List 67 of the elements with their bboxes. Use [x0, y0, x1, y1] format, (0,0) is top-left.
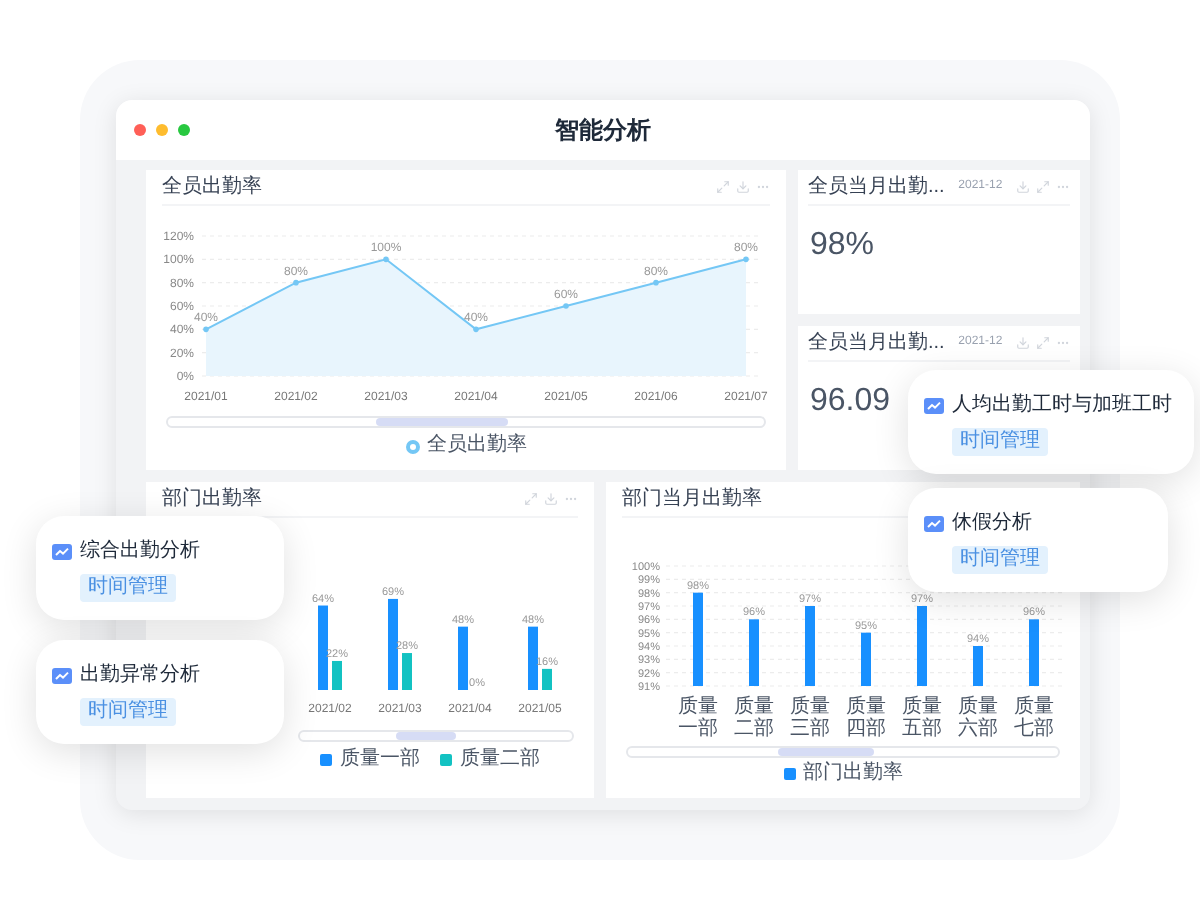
axis-label: 质量七部 [1014, 698, 1054, 740]
report-title: 综合出勤分析 [80, 538, 200, 566]
legend-label: 质量二部 [460, 750, 540, 770]
legend-marker [320, 754, 332, 766]
bar [1029, 619, 1039, 686]
report-title: 人均出勤工时与加班工时 [952, 392, 1172, 420]
bar [458, 626, 468, 690]
axis-label: 质量五部 [902, 698, 942, 740]
report-title: 出勤异常分析 [80, 662, 200, 690]
bar [917, 606, 927, 686]
chart-icon [924, 398, 944, 414]
range-slider[interactable] [626, 746, 1060, 758]
card-title: 全员当月出勤... [808, 333, 945, 353]
legend-marker [440, 754, 452, 766]
bar [973, 646, 983, 686]
axis-label: 质量六部 [958, 698, 998, 740]
bar [542, 668, 552, 690]
legend-label: 全员出勤率 [427, 436, 527, 456]
axis-label: 质量三部 [790, 698, 830, 740]
maximize-button[interactable] [178, 124, 190, 136]
legend-marker [783, 768, 795, 780]
report-card[interactable]: 休假分析 时间管理 [908, 488, 1168, 592]
card-title: 全员出勤率 [162, 177, 262, 197]
report-card[interactable]: 人均出勤工时与加班工时 时间管理 [908, 370, 1194, 474]
range-slider[interactable] [166, 416, 766, 428]
axis-label: 质量四部 [846, 698, 886, 740]
report-card[interactable]: 综合出勤分析 时间管理 [36, 516, 284, 620]
chart-icon [924, 516, 944, 532]
stat-value: 98% [810, 230, 875, 262]
download-icon[interactable] [544, 492, 558, 506]
category-tag: 时间管理 [952, 428, 1048, 456]
category-tag: 时间管理 [80, 574, 176, 602]
bar [861, 632, 871, 686]
category-tag: 时间管理 [80, 698, 176, 726]
bar [528, 626, 538, 690]
bar [805, 606, 815, 686]
axis-label: 质量一部 [678, 698, 718, 740]
range-slider[interactable] [298, 730, 574, 742]
report-title: 休假分析 [952, 510, 1032, 538]
bar [402, 653, 412, 690]
stat-value: 96.09 [810, 386, 891, 418]
minimize-button[interactable] [156, 124, 168, 136]
expand-icon[interactable] [1036, 336, 1050, 350]
bar [388, 598, 398, 690]
legend-label: 质量一部 [340, 750, 420, 770]
card-title: 全员当月出勤... [808, 177, 945, 197]
chart-icon [52, 668, 72, 684]
legend-label: 部门出勤率 [803, 764, 903, 784]
expand-icon[interactable] [1036, 180, 1050, 194]
expand-icon[interactable] [524, 492, 538, 506]
download-icon[interactable] [1016, 180, 1030, 194]
card-title: 部门当月出勤率 [622, 489, 762, 509]
bar [749, 619, 759, 686]
chart-icon [52, 544, 72, 560]
bar [693, 592, 703, 686]
window-title: 智能分析 [555, 114, 651, 148]
bar [318, 605, 328, 690]
expand-icon[interactable] [716, 180, 730, 194]
download-icon[interactable] [1016, 336, 1030, 350]
legend-marker [405, 439, 419, 453]
axis-label: 质量二部 [734, 698, 774, 740]
report-card[interactable]: 出勤异常分析 时间管理 [36, 640, 284, 744]
close-button[interactable] [134, 124, 146, 136]
category-tag: 时间管理 [952, 546, 1048, 574]
card-title: 部门出勤率 [162, 489, 262, 509]
bar [332, 660, 342, 690]
download-icon[interactable] [736, 180, 750, 194]
